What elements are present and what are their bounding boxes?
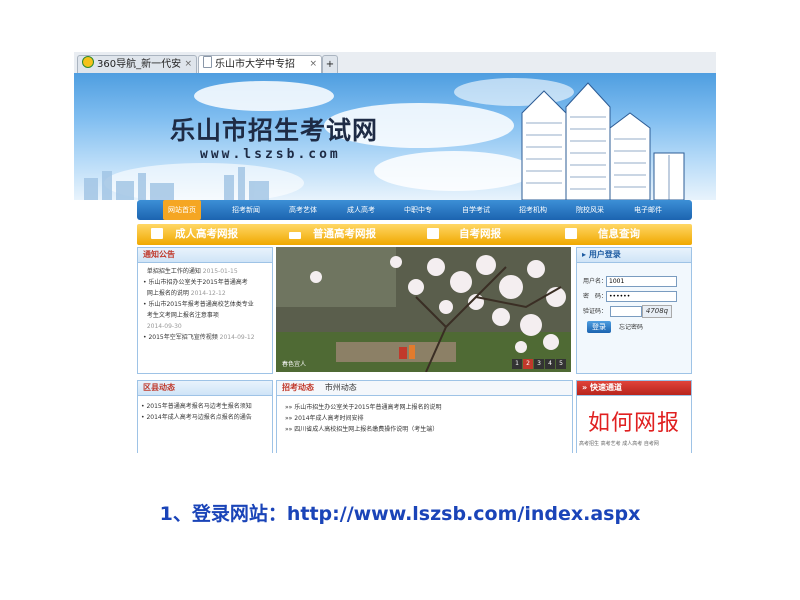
360-browser-icon bbox=[82, 56, 94, 68]
captcha-image[interactable]: 4708q bbox=[642, 305, 672, 318]
browser-tab-active[interactable]: 乐山市大学中专招 × bbox=[198, 55, 322, 73]
password-field[interactable] bbox=[606, 291, 677, 302]
news-item[interactable]: »» 四川省成人高校招生网上报名缴费操作说明（考生端） bbox=[285, 424, 572, 435]
district-item[interactable]: • 2015年普通高考报名马边考生报名须知 bbox=[141, 401, 272, 412]
page-icon bbox=[203, 56, 212, 68]
notice-item[interactable]: • 乐山市2015年报考普通高校艺体类专业 bbox=[143, 299, 272, 310]
quick-links-title: » 快速通道 bbox=[577, 381, 691, 396]
nav-item-agencies[interactable]: 招考机构 bbox=[512, 200, 554, 220]
password-label: 密 码： bbox=[583, 293, 608, 300]
info-query-link[interactable]: 信息查询 bbox=[598, 224, 640, 245]
slide-button-1[interactable]: 1 bbox=[512, 359, 522, 369]
new-tab-button[interactable]: + bbox=[322, 55, 338, 73]
district-news-panel: 区县动态 • 2015年普通高考报名马边考生报名须知 • 2014年成人高考马边… bbox=[137, 380, 273, 453]
nav-item-colleges[interactable]: 院校风采 bbox=[569, 200, 611, 220]
quick-link[interactable]: 高考艺考 bbox=[601, 441, 621, 447]
notice-item[interactable]: • 乐山市招办公室关于2015年普通高考 bbox=[143, 277, 272, 288]
magnolia-photo bbox=[276, 247, 571, 372]
nav-item-vocational[interactable]: 中职中专 bbox=[397, 200, 439, 220]
nav-item-home[interactable]: 网站首页 bbox=[163, 200, 201, 220]
self-study-register-link[interactable]: 自考网报 bbox=[459, 224, 501, 245]
how-to-register-overlay: 如何网报 bbox=[587, 411, 680, 436]
district-title: 区县动态 bbox=[138, 381, 272, 396]
photo-slideshow[interactable]: 春色宜人 1 2 3 4 5 bbox=[276, 247, 571, 372]
slide-button-5[interactable]: 5 bbox=[556, 359, 566, 369]
browser-tab-360[interactable]: 360导航_新一代安 × bbox=[77, 55, 197, 73]
quick-registration-bar: 成人高考网报 普通高考网报 自考网报 信息查询 bbox=[137, 224, 692, 245]
keyboard-icon bbox=[427, 228, 439, 239]
username-label: 用户名： bbox=[583, 278, 608, 285]
nav-item-news[interactable]: 招考新闻 bbox=[225, 200, 267, 220]
adult-exam-register-link[interactable]: 成人高考网报 bbox=[175, 224, 238, 245]
slide-instruction-caption: 1、登录网站：http://www.lszsb.com/index.aspx bbox=[159, 503, 641, 525]
site-url: www.lszsb.com bbox=[200, 147, 341, 162]
quick-link[interactable]: 自考网 bbox=[644, 441, 659, 447]
news-panel: 招考动态 市州动态 »» 乐山市招生办公室关于2015年普通高考网上报名的说明 … bbox=[276, 380, 573, 453]
close-tab-icon[interactable]: × bbox=[309, 56, 317, 73]
news-item[interactable]: »» 2014年成人高考时间安排 bbox=[285, 413, 572, 424]
district-item[interactable]: • 2014年成人高考马边报名点报名的通告 bbox=[141, 412, 272, 423]
news-item[interactable]: »» 乐山市招生办公室关于2015年普通高考网上报名的说明 bbox=[285, 402, 572, 413]
slide-controls: 1 2 3 4 5 bbox=[512, 359, 568, 369]
tab-label: 360导航_新一代安 bbox=[97, 59, 182, 70]
quick-link[interactable]: 高考招生 bbox=[579, 441, 599, 447]
username-field[interactable] bbox=[606, 276, 677, 287]
login-button[interactable]: 登录 bbox=[587, 321, 611, 333]
notice-item-date: 2014-09-30 bbox=[146, 323, 182, 330]
notice-panel: 通知公告 单招招生工作的通知 2015-01-15 • 乐山市招办公室关于201… bbox=[137, 247, 273, 374]
slide-button-3[interactable]: 3 bbox=[534, 359, 544, 369]
document-icon bbox=[151, 228, 163, 239]
nav-item-art[interactable]: 高考艺体 bbox=[282, 200, 324, 220]
notice-title: 通知公告 bbox=[138, 248, 272, 263]
quick-link[interactable]: 成人高考 bbox=[622, 441, 642, 447]
forgot-password-link[interactable]: 忘记密码 bbox=[619, 322, 643, 333]
login-title: ▸ 用户登录 bbox=[577, 248, 691, 263]
close-tab-icon[interactable]: × bbox=[184, 56, 192, 73]
nav-item-adult[interactable]: 成人高考 bbox=[340, 200, 382, 220]
news-tabs: 招考动态 市州动态 bbox=[277, 381, 572, 396]
site-banner: 乐山市招生考试网 www.lszsb.com bbox=[74, 73, 716, 200]
edit-icon bbox=[565, 228, 577, 239]
nav-item-selfstudy[interactable]: 自学考试 bbox=[455, 200, 497, 220]
login-panel: ▸ 用户登录 用户名： 密 码： 验证码： 4708q 登录 忘记密码 bbox=[576, 247, 692, 374]
notice-item[interactable]: • 2015年空军招飞宣传视频 2014-09-12 bbox=[143, 332, 272, 343]
nav-item-email[interactable]: 电子邮件 bbox=[627, 200, 669, 220]
main-nav: 网站首页 招考新闻 高考艺体 成人高考 中职中专 自学考试 招考机构 院校风采 … bbox=[137, 200, 692, 220]
notice-item[interactable]: 单招招生工作的通知 2015-01-15 bbox=[143, 266, 272, 277]
general-exam-register-link[interactable]: 普通高考网报 bbox=[313, 224, 376, 245]
tab-exam-news[interactable]: 招考动态 bbox=[282, 383, 314, 392]
quick-links-panel: » 快速通道 如何网报 高考招生 高考艺考 成人高考 自考网 bbox=[576, 380, 692, 453]
browser-tab-strip: 360导航_新一代安 × 乐山市大学中专招 × + bbox=[74, 52, 716, 74]
tab-label: 乐山市大学中专招 bbox=[215, 59, 295, 70]
quick-links-row: 高考招生 高考艺考 成人高考 自考网 bbox=[579, 439, 659, 450]
slide-caption: 春色宜人 bbox=[282, 361, 307, 368]
notice-item-cont[interactable]: 网上报名的说明 2014-12-12 bbox=[143, 288, 272, 299]
tab-city-news[interactable]: 市州动态 bbox=[325, 383, 357, 392]
site-title: 乐山市招生考试网 bbox=[170, 116, 379, 145]
captcha-field[interactable] bbox=[610, 306, 642, 317]
slide-button-2[interactable]: 2 bbox=[523, 359, 533, 369]
chart-icon bbox=[289, 232, 301, 239]
slide-button-4[interactable]: 4 bbox=[545, 359, 555, 369]
captcha-label: 验证码： bbox=[583, 308, 608, 315]
notice-item-cont[interactable]: 考生文考网上报名注意事项 bbox=[143, 310, 272, 321]
